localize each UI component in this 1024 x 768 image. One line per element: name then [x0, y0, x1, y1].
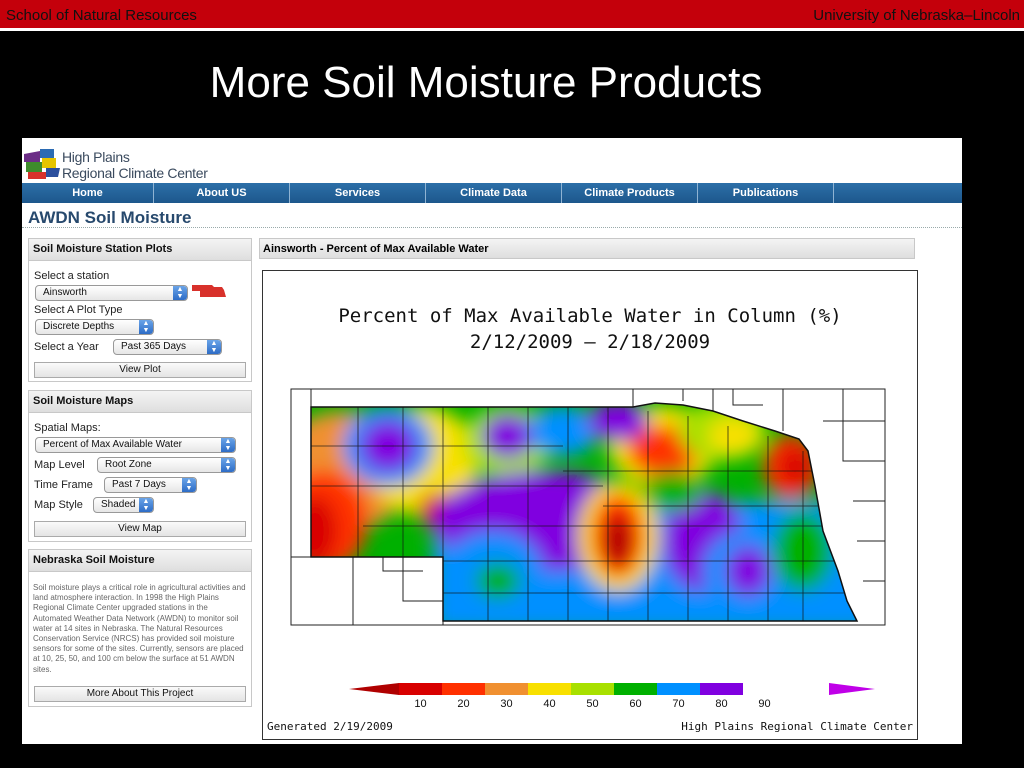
legend-swatch: [442, 683, 485, 695]
legend-label: 30: [500, 698, 512, 710]
year-select[interactable]: Past 365 Days ▲ ▼: [113, 339, 222, 355]
soil-moisture-map: Percent of Max Available Water in Column…: [262, 270, 918, 740]
legend-label: 10: [414, 698, 426, 710]
more-about-project-button[interactable]: More About This Project: [34, 686, 246, 702]
legend-swatch: [571, 683, 614, 695]
spatial-maps-value: Percent of Max Available Water: [43, 439, 182, 450]
time-frame-label: Time Frame: [34, 479, 93, 491]
legend-swatch: [485, 683, 528, 695]
nav-about-us[interactable]: About US: [154, 183, 290, 203]
select-arrows-icon: ▲ ▼: [182, 478, 196, 492]
station-select-value: Ainsworth: [43, 287, 87, 298]
select-arrows-icon: ▲ ▼: [139, 498, 153, 512]
nav-publications[interactable]: Publications: [698, 183, 834, 203]
logo-line-1: High Plains: [62, 149, 130, 165]
nebraska-map-graphic: 10 20 30 40 50 60 70 80 90: [290, 388, 886, 710]
legend-label: 20: [457, 698, 469, 710]
page-title: AWDN Soil Moisture: [28, 208, 192, 227]
map-level-label: Map Level: [34, 459, 85, 471]
map-style-value: Shaded: [101, 499, 136, 510]
map-level-value: Root Zone: [105, 459, 152, 470]
legend-high-arrow: [829, 683, 875, 695]
legend-low-arrow: [349, 683, 399, 695]
project-description: Soil moisture plays a critical role in a…: [33, 583, 246, 674]
station-select[interactable]: Ainsworth ▲ ▼: [35, 285, 188, 301]
website-screenshot: High Plains Regional Climate Center Home…: [22, 138, 962, 744]
legend-label: 50: [586, 698, 598, 710]
hprcc-logo-text: High Plains Regional Climate Center: [62, 149, 208, 181]
divider: [22, 227, 962, 228]
select-arrows-icon: ▲ ▼: [173, 286, 187, 300]
map-style-select[interactable]: Shaded ▲ ▼: [93, 497, 154, 513]
legend-colorbar: [399, 683, 743, 695]
legend-label: 90: [758, 698, 770, 710]
map-panel-heading: Ainsworth - Percent of Max Available Wat…: [259, 238, 915, 259]
soil-moisture-maps-panel: Soil Moisture Maps Spatial Maps: Percent…: [28, 390, 252, 542]
nav-services[interactable]: Services: [290, 183, 426, 203]
header-university: University of Nebraska–Lincoln: [813, 7, 1020, 24]
slide-header-bar: School of Natural Resources University o…: [0, 0, 1024, 31]
legend-label: 70: [672, 698, 684, 710]
station-label: Select a station: [34, 270, 110, 282]
nav-climate-products[interactable]: Climate Products: [562, 183, 698, 203]
select-arrows-icon: ▲ ▼: [221, 458, 235, 472]
time-frame-value: Past 7 Days: [112, 479, 166, 490]
legend-swatch: [399, 683, 442, 695]
legend-label: 80: [715, 698, 727, 710]
slide-title: More Soil Moisture Products: [209, 58, 763, 107]
hprcc-logo-icon: [24, 149, 60, 179]
legend-swatch: [614, 683, 657, 695]
view-map-button[interactable]: View Map: [34, 521, 246, 537]
year-label: Select a Year: [34, 341, 99, 353]
legend-swatch: [700, 683, 743, 695]
nebraska-icon: [192, 285, 226, 297]
nav-home[interactable]: Home: [22, 183, 154, 203]
map-level-select[interactable]: Root Zone ▲ ▼: [97, 457, 236, 473]
plot-type-value: Discrete Depths: [43, 321, 115, 332]
logo-line-2: Regional Climate Center: [62, 165, 208, 181]
select-arrows-icon: ▲ ▼: [207, 340, 221, 354]
nebraska-soil-moisture-panel: Nebraska Soil Moisture Soil moisture pla…: [28, 549, 252, 707]
legend-label: 60: [629, 698, 641, 710]
spatial-maps-label: Spatial Maps:: [34, 422, 101, 434]
select-arrows-icon: ▲ ▼: [139, 320, 153, 334]
header-school: School of Natural Resources: [6, 7, 197, 24]
time-frame-select[interactable]: Past 7 Days ▲ ▼: [104, 477, 197, 493]
main-nav: Home About US Services Climate Data Clim…: [22, 183, 962, 203]
legend-label: 40: [543, 698, 555, 710]
station-plots-panel: Soil Moisture Station Plots Select a sta…: [28, 238, 252, 382]
legend-swatch: [657, 683, 700, 695]
plot-type-label: Select A Plot Type: [34, 304, 123, 316]
generated-date: Generated 2/19/2009: [267, 720, 393, 733]
nebraska-soil-moisture-heading: Nebraska Soil Moisture: [29, 550, 251, 572]
station-plots-heading: Soil Moisture Station Plots: [29, 239, 251, 261]
spatial-maps-select[interactable]: Percent of Max Available Water ▲ ▼: [35, 437, 236, 453]
view-plot-button[interactable]: View Plot: [34, 362, 246, 378]
map-credit: High Plains Regional Climate Center: [681, 720, 913, 733]
select-arrows-icon: ▲ ▼: [221, 438, 235, 452]
legend-swatch: [528, 683, 571, 695]
soil-moisture-maps-heading: Soil Moisture Maps: [29, 391, 251, 413]
nav-climate-data[interactable]: Climate Data: [426, 183, 562, 203]
year-value: Past 365 Days: [121, 341, 187, 352]
map-style-label: Map Style: [34, 499, 83, 511]
plot-type-select[interactable]: Discrete Depths ▲ ▼: [35, 319, 154, 335]
